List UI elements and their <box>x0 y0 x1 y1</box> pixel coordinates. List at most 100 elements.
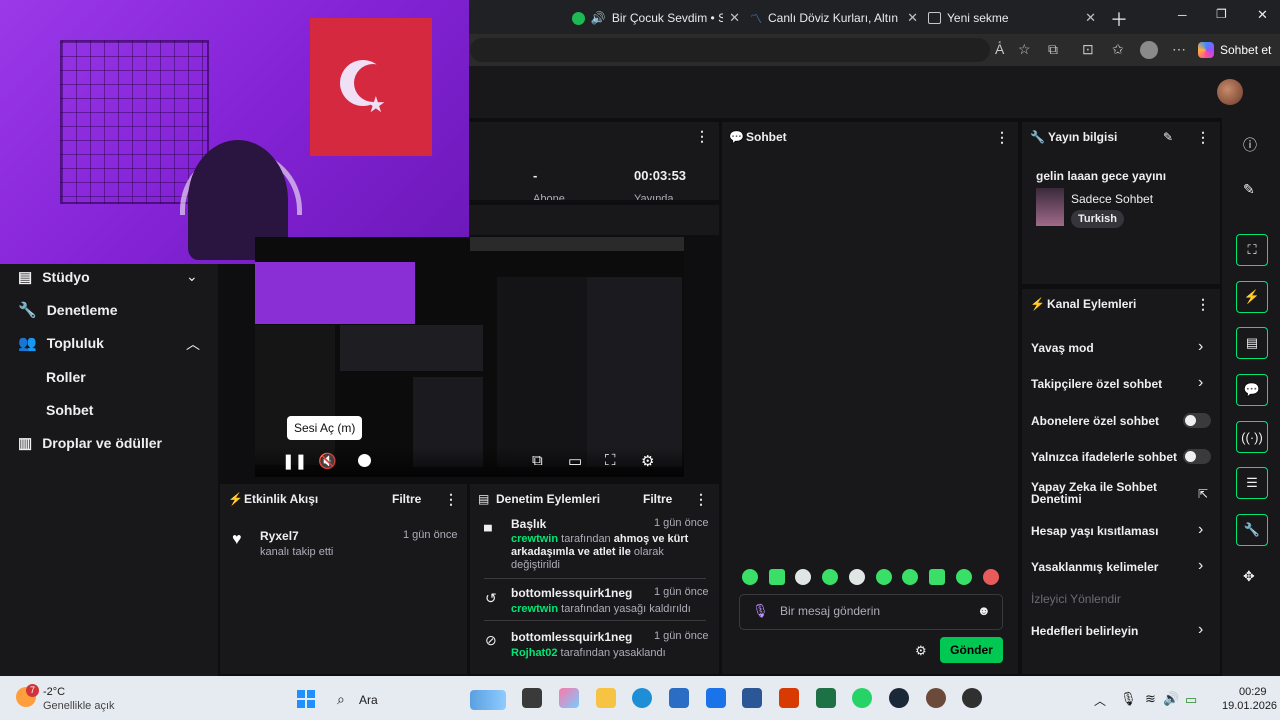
emote-icon[interactable] <box>876 569 892 585</box>
wifi-icon[interactable]: ≋ <box>1145 691 1156 707</box>
clock-time[interactable]: 00:29 <box>1239 686 1267 698</box>
nav-roles[interactable]: Roller <box>46 369 86 385</box>
emoji-picker-icon[interactable]: ☻ <box>977 603 991 618</box>
emote-icon[interactable] <box>902 569 918 585</box>
pause-icon[interactable]: ❚❚ <box>282 452 307 470</box>
copilot-button[interactable]: Sohbet et <box>1198 39 1271 61</box>
minimize-button[interactable]: ─ <box>1178 8 1187 22</box>
obs-icon[interactable] <box>962 688 982 708</box>
volume-slider-handle[interactable] <box>358 454 371 467</box>
stream-preview-video[interactable] <box>255 237 684 477</box>
favorites-icon[interactable]: ✩ <box>1112 41 1124 58</box>
category-thumbnail[interactable] <box>1036 188 1064 226</box>
chevron-right-icon[interactable]: › <box>1198 557 1203 575</box>
blocked-terms-label[interactable]: Yasaklanmış kelimeler <box>1031 560 1158 574</box>
nav-chat[interactable]: Sohbet <box>46 402 93 418</box>
address-bar[interactable] <box>470 38 990 62</box>
emote-icon[interactable] <box>956 569 972 585</box>
emote-icon[interactable] <box>822 569 838 585</box>
pencil-icon[interactable]: ✎ <box>1163 130 1173 144</box>
favorite-star-icon[interactable]: ☆ <box>1018 41 1031 58</box>
edit-icon[interactable]: ✎ <box>1243 181 1255 198</box>
nav-studio[interactable]: ▤ Stüdyo <box>18 265 90 289</box>
speaker-icon[interactable]: 🔊 <box>591 11 606 25</box>
clock-date[interactable]: 19.01.2026 <box>1222 700 1277 712</box>
chat-icon[interactable]: 💬 <box>1236 374 1268 406</box>
account-age-label[interactable]: Hesap yaşı kısıtlaması <box>1031 524 1158 538</box>
emote-icon[interactable] <box>742 569 758 585</box>
maximize-button[interactable]: ❐ <box>1216 7 1227 21</box>
new-tab-button[interactable]: ＋ <box>1110 6 1128 32</box>
info-icon[interactable]: ⓘ <box>1243 135 1257 155</box>
nav-moderation[interactable]: 🔧 Denetleme <box>18 298 118 322</box>
windows-start-icon[interactable] <box>297 690 315 708</box>
split-screen-icon[interactable]: ⊡ <box>1082 41 1094 58</box>
emote-icon[interactable] <box>795 569 811 585</box>
excel-icon[interactable] <box>816 688 836 708</box>
stats-menu-icon[interactable]: ⋮ <box>695 128 709 145</box>
extensions-icon[interactable]: ⧉ <box>1048 41 1058 58</box>
window-close-button[interactable]: ✕ <box>1257 7 1268 23</box>
activity-menu-icon[interactable]: ⋮ <box>444 491 458 508</box>
chevron-right-icon[interactable]: › <box>1198 521 1203 539</box>
emote-icon[interactable] <box>929 569 945 585</box>
profile-icon[interactable] <box>1140 41 1158 59</box>
menu-icon[interactable]: ⋯ <box>1172 41 1186 58</box>
chevron-right-icon[interactable]: › <box>1198 338 1203 356</box>
app-avatar-icon[interactable] <box>926 688 946 708</box>
powerpoint-icon[interactable] <box>779 688 799 708</box>
search-highlight-image[interactable] <box>470 690 506 710</box>
mod-actor[interactable]: crewtwin <box>511 603 558 615</box>
mod-wrench-icon[interactable]: 🔧 <box>1236 514 1268 546</box>
settings-gear-icon[interactable]: ⚙ <box>641 452 654 470</box>
muted-speaker-icon[interactable]: 🔇 <box>318 452 337 470</box>
tab-doviz[interactable]: 〽 Canlı Döviz Kurları, Altın Fiyat ✕ <box>750 4 918 32</box>
ai-moderation-label[interactable]: Yapay Zeka ile Sohbet Denetimi <box>1031 481 1171 505</box>
broadcast-icon[interactable]: ((·)) <box>1236 421 1268 453</box>
mod-filter-button[interactable]: Filtre <box>643 492 672 506</box>
search-icon[interactable]: ⌕ <box>337 691 345 708</box>
goals-label[interactable]: Hedefleri belirleyin <box>1031 624 1138 638</box>
user-avatar[interactable] <box>1217 79 1243 105</box>
mod-entry-title[interactable]: bottomlessquirk1neg <box>511 586 632 600</box>
send-button[interactable]: Gönder <box>940 637 1003 663</box>
emote-only-toggle[interactable] <box>1183 449 1211 464</box>
chevron-down-icon[interactable]: ⌄ <box>186 268 198 285</box>
close-icon[interactable]: ✕ <box>907 10 918 26</box>
whatsapp-icon[interactable] <box>852 688 872 708</box>
channel-actions-menu-icon[interactable]: ⋮ <box>1196 296 1210 313</box>
copilot-app-icon[interactable] <box>559 688 579 708</box>
notes-icon[interactable]: ▤ <box>1236 327 1268 359</box>
subs-only-toggle[interactable] <box>1183 413 1211 428</box>
outlook-icon[interactable] <box>706 688 726 708</box>
slow-mode-label[interactable]: Yavaş mod <box>1031 341 1094 355</box>
emote-icon[interactable] <box>769 569 785 585</box>
nav-drops[interactable]: ▥ Droplar ve ödüller <box>18 431 162 455</box>
tray-mic-icon[interactable]: 🎙 <box>1120 691 1137 707</box>
tab-new[interactable]: Yeni sekme ✕ <box>928 4 1096 32</box>
theatre-icon[interactable]: ▭ <box>568 452 582 470</box>
pip-icon[interactable]: ⧉ <box>532 452 543 469</box>
file-explorer-icon[interactable] <box>596 688 616 708</box>
fullscreen-icon[interactable]: ⛶ <box>605 452 616 469</box>
tab-spotify[interactable]: 🔊 Bir Çocuk Sevdim • Sezen ✕ <box>572 4 740 32</box>
edge-icon[interactable] <box>632 688 652 708</box>
steam-icon[interactable] <box>889 688 909 708</box>
stream-category[interactable]: Sadece Sohbet <box>1071 192 1153 206</box>
mod-actor[interactable]: Rojhat02 <box>511 647 557 659</box>
shapes-icon[interactable]: ✥ <box>1243 568 1255 585</box>
close-icon[interactable]: ✕ <box>1085 10 1096 26</box>
volume-icon[interactable]: 🔊 <box>1163 691 1179 707</box>
chevron-up-icon[interactable]: ︿ <box>186 334 200 354</box>
read-aloud-icon[interactable]: A᷾ <box>995 41 1004 57</box>
emote-icon[interactable] <box>983 569 999 585</box>
stream-info-menu-icon[interactable]: ⋮ <box>1196 129 1210 146</box>
followers-only-label[interactable]: Takipçilere özel sohbet <box>1031 377 1162 391</box>
close-icon[interactable]: ✕ <box>729 10 740 26</box>
emote-icon[interactable] <box>849 569 865 585</box>
chat-settings-icon[interactable]: ⚙ <box>915 643 927 659</box>
word-icon[interactable] <box>742 688 762 708</box>
stack-icon[interactable]: ☰ <box>1236 467 1268 499</box>
task-view-icon[interactable] <box>522 688 542 708</box>
mod-menu-icon[interactable]: ⋮ <box>694 491 708 508</box>
